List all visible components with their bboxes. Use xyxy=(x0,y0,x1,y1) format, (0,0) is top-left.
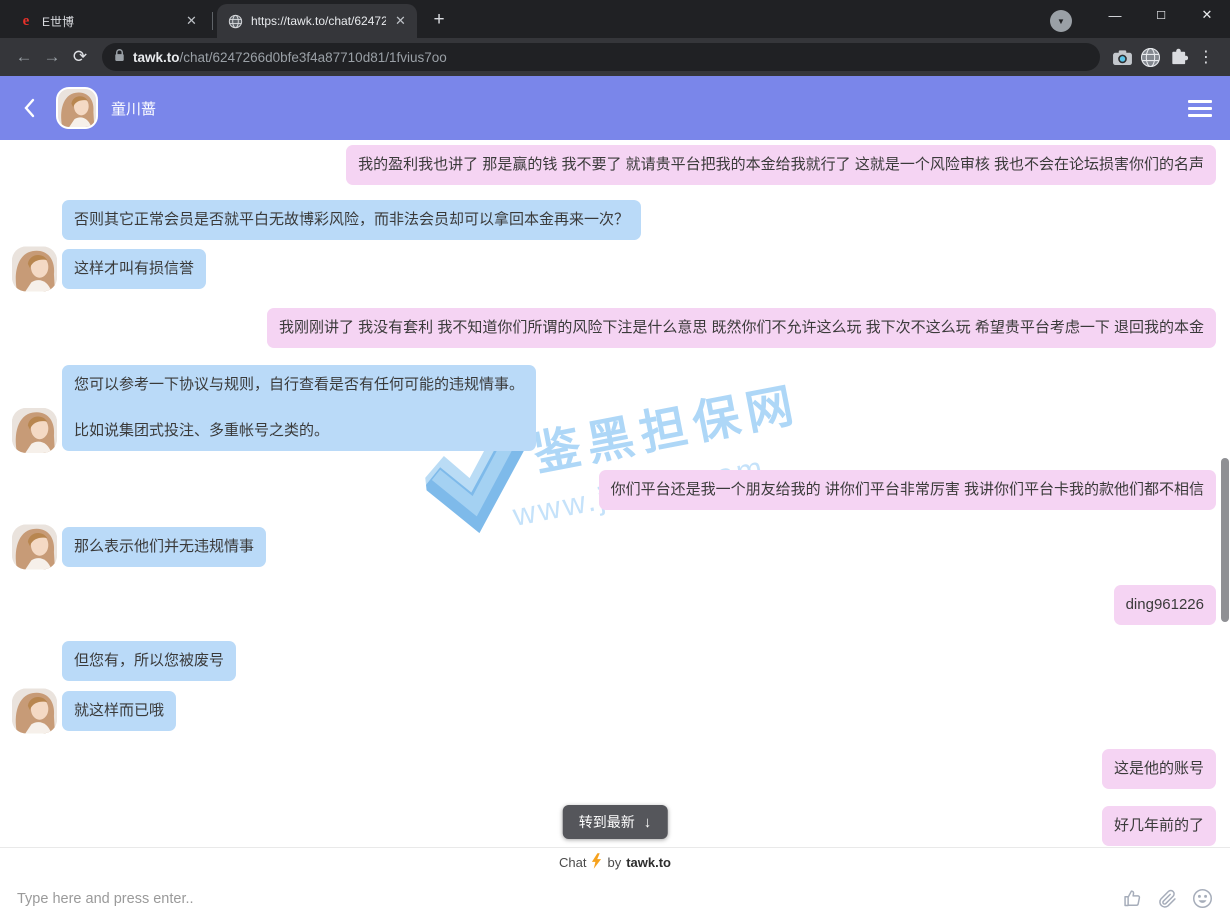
address-bar[interactable]: tawk.to/chat/6247266d0bfe3f4a87710d81/1f… xyxy=(102,43,1100,71)
branding-by-label: by xyxy=(607,855,621,870)
agent-avatar xyxy=(12,689,57,734)
visitor-message-bubble: ding961226 xyxy=(1114,585,1216,625)
message-row: 这样才叫有损信誉 xyxy=(0,249,1230,289)
back-chevron-icon[interactable] xyxy=(18,97,40,119)
chat-body: 鉴黑担保网 www.jbdb8.com 我的盈利我也讲了 那是赢的钱 我不要了 … xyxy=(0,140,1230,847)
url-host: tawk.to xyxy=(133,50,180,65)
branding-tawkto-link[interactable]: tawk.to xyxy=(626,855,671,870)
hamburger-menu-icon[interactable] xyxy=(1188,100,1212,117)
thumbs-up-icon[interactable] xyxy=(1121,888,1143,910)
visitor-message-bubble: 好几年前的了 xyxy=(1102,806,1216,846)
agent-name: 童川蔷 xyxy=(111,98,156,119)
tawkto-branding: Chat by tawk.to xyxy=(0,847,1230,876)
tab-search-button[interactable]: ▼ xyxy=(1050,10,1072,32)
message-row: ding961226 xyxy=(0,585,1230,625)
browser-toolbar: ← → ⟳ tawk.to/chat/6247266d0bfe3f4a87710… xyxy=(0,38,1230,76)
url-text: tawk.to/chat/6247266d0bfe3f4a87710d81/1f… xyxy=(133,50,447,65)
message-row: 您可以参考一下协议与规则，自行查看是否有任何可能的违规情事。 比如说集团式投注、… xyxy=(0,365,1230,451)
scroll-to-latest-label: 转到最新 xyxy=(579,812,635,832)
visitor-message-bubble: 这是他的账号 xyxy=(1102,749,1216,789)
agent-avatar xyxy=(12,525,57,570)
close-button[interactable]: ✕ xyxy=(1184,0,1230,30)
message-line: 比如说集团式投注、多重帐号之类的。 xyxy=(74,421,524,441)
emoji-smiley-icon[interactable] xyxy=(1191,888,1213,910)
message-row: 否则其它正常会员是否就平白无故博彩风险，而非法会员却可以拿回本金再来一次？ xyxy=(0,200,1230,240)
scrollbar-thumb[interactable] xyxy=(1221,458,1229,622)
tab-close-icon[interactable]: ✕ xyxy=(183,13,200,30)
message-row: 我刚刚讲了 我没有套利 我不知道你们所谓的风险下注是什么意思 既然你们不允许这么… xyxy=(0,308,1230,348)
tab-separator xyxy=(212,12,213,30)
composer-icons xyxy=(1121,888,1213,910)
agent-message-bubble: 就这样而已哦 xyxy=(62,691,176,731)
agent-message-bubble: 否则其它正常会员是否就平白无故博彩风险，而非法会员却可以拿回本金再来一次？ xyxy=(62,200,641,240)
extensions-puzzle-icon[interactable] xyxy=(1164,43,1192,71)
agent-message-bubble: 这样才叫有损信誉 xyxy=(62,249,206,289)
forward-icon[interactable]: → xyxy=(38,43,66,71)
reload-icon[interactable]: ⟳ xyxy=(66,43,94,71)
maximize-button[interactable]: ☐ xyxy=(1138,0,1184,30)
message-row: 我的盈利我也讲了 那是赢的钱 我不要了 就请贵平台把我的本金给我就行了 这就是一… xyxy=(0,145,1230,185)
message-composer xyxy=(0,876,1230,921)
agent-message-bubble: 您可以参考一下协议与规则，自行查看是否有任何可能的违规情事。 比如说集团式投注、… xyxy=(62,365,536,451)
message-row: 就这样而已哦 xyxy=(0,691,1230,731)
new-tab-button[interactable]: + xyxy=(425,6,453,34)
visitor-message-bubble: 我的盈利我也讲了 那是赢的钱 我不要了 就请贵平台把我的本金给我就行了 这就是一… xyxy=(346,145,1216,185)
tab-eshibo[interactable]: e E世博 ✕ xyxy=(8,4,208,38)
agent-message-bubble: 但您有，所以您被废号 xyxy=(62,641,236,681)
menu-kebab-icon[interactable]: ⋮ xyxy=(1192,43,1220,71)
message-row: 但您有，所以您被废号 xyxy=(0,641,1230,681)
url-path: /chat/6247266d0bfe3f4a87710d81/1fvius7oo xyxy=(180,50,447,65)
visitor-message-bubble: 你们平台还是我一个朋友给我的 讲你们平台非常厉害 我讲你们平台卡我的款他们都不相… xyxy=(599,470,1216,510)
lightning-bolt-icon xyxy=(591,853,602,872)
globe-favicon-icon xyxy=(227,13,243,29)
message-input[interactable] xyxy=(17,891,1121,907)
chat-header: 童川蔷 xyxy=(0,76,1230,140)
browser-window: e E世博 ✕ https://tawk.to/chat/6247266d ✕ … xyxy=(0,0,1230,921)
agent-avatar xyxy=(56,87,98,129)
screenshot-extension-icon[interactable] xyxy=(1108,43,1136,71)
lock-icon xyxy=(114,48,125,67)
message-row: 你们平台还是我一个朋友给我的 讲你们平台非常厉害 我讲你们平台卡我的款他们都不相… xyxy=(0,470,1230,510)
window-controls: — ☐ ✕ xyxy=(1092,0,1230,30)
message-row: 这是他的账号 xyxy=(0,749,1230,789)
globe-extension-icon[interactable] xyxy=(1136,43,1164,71)
agent-message-bubble: 那么表示他们并无违规情事 xyxy=(62,527,266,567)
branding-chat-label: Chat xyxy=(559,855,586,870)
tab-strip: e E世博 ✕ https://tawk.to/chat/6247266d ✕ … xyxy=(0,0,1230,38)
down-arrow-icon: ↓ xyxy=(644,814,652,831)
attachment-paperclip-icon[interactable] xyxy=(1156,888,1178,910)
minimize-button[interactable]: — xyxy=(1092,0,1138,30)
agent-avatar xyxy=(12,408,57,453)
eshibo-favicon-icon: e xyxy=(18,13,34,29)
tab-tawkto[interactable]: https://tawk.to/chat/6247266d ✕ xyxy=(217,4,417,38)
back-icon[interactable]: ← xyxy=(10,43,38,71)
tab-close-icon[interactable]: ✕ xyxy=(392,13,409,30)
visitor-message-bubble: 我刚刚讲了 我没有套利 我不知道你们所谓的风险下注是什么意思 既然你们不允许这么… xyxy=(267,308,1216,348)
tab-title: https://tawk.to/chat/6247266d xyxy=(251,14,386,28)
scroll-to-latest-button[interactable]: 转到最新 ↓ xyxy=(563,805,668,839)
tab-title: E世博 xyxy=(42,13,177,30)
message-line: 您可以参考一下协议与规则，自行查看是否有任何可能的违规情事。 xyxy=(74,375,524,395)
message-row: 那么表示他们并无违规情事 xyxy=(0,527,1230,567)
message-list: 我的盈利我也讲了 那是赢的钱 我不要了 就请贵平台把我的本金给我就行了 这就是一… xyxy=(0,140,1230,846)
agent-avatar xyxy=(12,247,57,292)
